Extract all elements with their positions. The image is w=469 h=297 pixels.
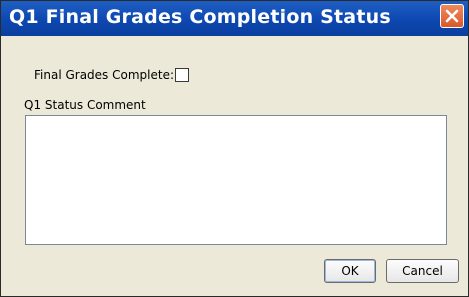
final-grades-complete-checkbox[interactable] <box>175 68 189 82</box>
close-icon <box>445 9 459 23</box>
final-grades-complete-label: Final Grades Complete: <box>34 68 174 82</box>
status-comment-textarea[interactable] <box>25 115 447 245</box>
window-title: Q1 Final Grades Completion Status <box>9 6 391 28</box>
ok-button[interactable]: OK <box>324 259 376 283</box>
status-comment-label: Q1 Status Comment <box>24 98 146 112</box>
completion-status-dialog: Q1 Final Grades Completion Status Final … <box>0 0 469 297</box>
cancel-button[interactable]: Cancel <box>386 259 459 283</box>
close-button[interactable] <box>440 4 464 28</box>
title-bar[interactable]: Q1 Final Grades Completion Status <box>1 1 468 36</box>
